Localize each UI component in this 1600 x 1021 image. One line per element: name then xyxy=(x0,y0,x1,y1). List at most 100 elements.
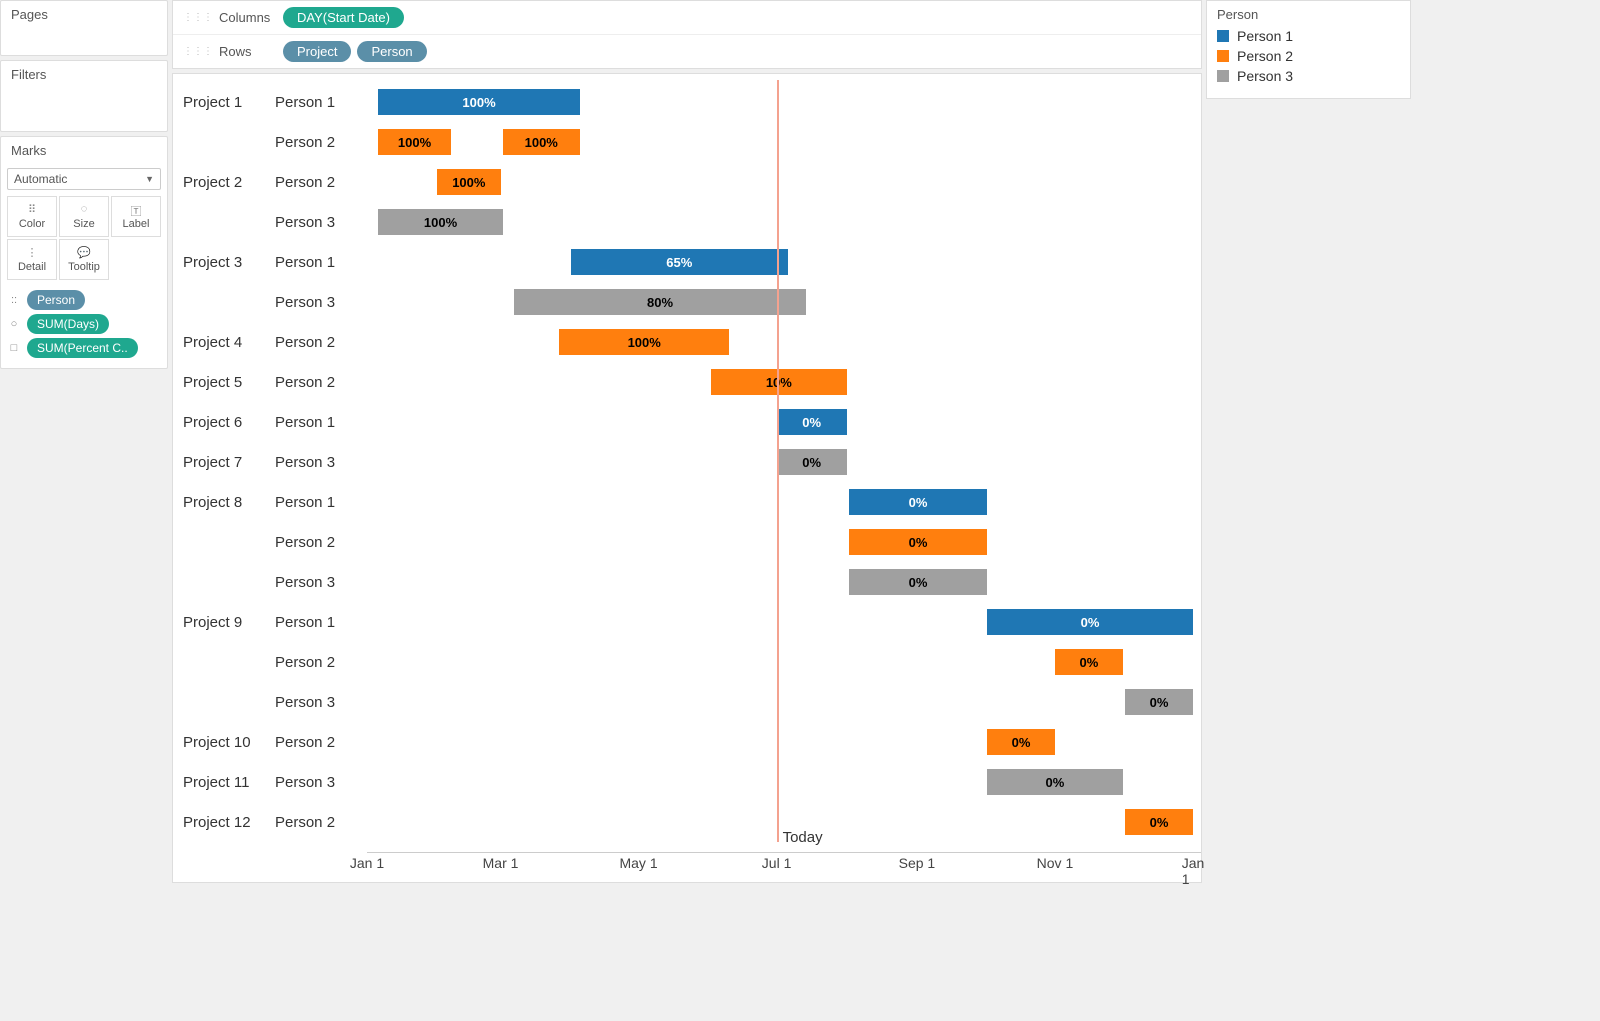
marks-panel-title: Marks xyxy=(1,137,167,164)
gantt-viz[interactable]: Project 1Person 1100%Person 2100%100%Pro… xyxy=(172,73,1202,883)
gantt-track: 0% xyxy=(367,602,1191,642)
detail-icon: ⋮ xyxy=(10,246,54,258)
gantt-bar[interactable]: 0% xyxy=(987,729,1055,755)
person-label: Person 2 xyxy=(275,334,367,351)
person-label: Person 3 xyxy=(275,574,367,591)
gantt-track: 100% xyxy=(367,162,1191,202)
legend-label: Person 3 xyxy=(1237,68,1293,84)
shelf-pill[interactable]: DAY(Start Date) xyxy=(283,7,404,28)
pill-icon: □ xyxy=(7,342,21,354)
project-label: Project 3 xyxy=(183,254,275,271)
gantt-track: 100% xyxy=(367,322,1191,362)
color-legend[interactable]: Person Person 1Person 2Person 3 xyxy=(1206,0,1411,99)
gantt-row: Project 10Person 20% xyxy=(183,722,1191,762)
gantt-row: Person 30% xyxy=(183,682,1191,722)
legend-item[interactable]: Person 3 xyxy=(1217,66,1400,86)
marks-tooltip-button[interactable]: 💬Tooltip xyxy=(59,239,109,280)
axis-tick: Sep 1 xyxy=(899,855,936,871)
gantt-row: Project 2Person 2100% xyxy=(183,162,1191,202)
gantt-bar[interactable]: 0% xyxy=(849,569,987,595)
gantt-bar[interactable]: 0% xyxy=(1055,649,1123,675)
size-icon: ◌ xyxy=(62,203,106,215)
marks-label-button[interactable]: 🅃Label xyxy=(111,196,161,237)
gantt-track: 100% 100% xyxy=(367,122,1191,162)
gantt-track: 0% xyxy=(367,482,1191,522)
rows-shelf[interactable]: ⋮⋮⋮Rows ProjectPerson xyxy=(173,35,1201,68)
project-label: Project 7 xyxy=(183,454,275,471)
project-label: Project 12 xyxy=(183,814,275,831)
gantt-bar[interactable]: 0% xyxy=(1125,809,1193,835)
gantt-row: Project 11Person 30% xyxy=(183,762,1191,802)
marks-pill[interactable]: □ SUM(Percent C.. xyxy=(7,338,161,358)
gantt-row: Person 2 100% 100% xyxy=(183,122,1191,162)
legend-swatch xyxy=(1217,70,1229,82)
grip-icon: ⋮⋮⋮ xyxy=(183,12,213,23)
columns-shelf[interactable]: ⋮⋮⋮Columns DAY(Start Date) xyxy=(173,1,1201,35)
marks-pill[interactable]: ::Person xyxy=(7,290,161,310)
pill-icon: :: xyxy=(7,294,21,306)
gantt-bar[interactable]: 100% xyxy=(503,129,580,155)
gantt-bar[interactable]: 0% xyxy=(987,609,1193,635)
marks-detail-button[interactable]: ⋮Detail xyxy=(7,239,57,280)
shelf-pill[interactable]: Person xyxy=(357,41,426,62)
legend-swatch xyxy=(1217,50,1229,62)
color-icon: ⠿ xyxy=(10,203,54,215)
legend-item[interactable]: Person 2 xyxy=(1217,46,1400,66)
gantt-bar[interactable]: 100% xyxy=(378,129,450,155)
gantt-row: Person 3100% xyxy=(183,202,1191,242)
gantt-bar[interactable]: 0% xyxy=(777,449,847,475)
person-label: Person 2 xyxy=(275,734,367,751)
legend-label: Person 2 xyxy=(1237,48,1293,64)
gantt-bar[interactable]: 0% xyxy=(987,769,1123,795)
gantt-row: Project 6Person 10% xyxy=(183,402,1191,442)
gantt-bar[interactable]: 0% xyxy=(849,489,987,515)
gantt-track: 0% xyxy=(367,442,1191,482)
gantt-track: 100% xyxy=(367,82,1191,122)
marks-type-select[interactable]: Automatic ▼ xyxy=(7,168,161,190)
gantt-row: Person 3 0% xyxy=(183,562,1191,602)
person-label: Person 3 xyxy=(275,294,367,311)
gantt-bar[interactable]: 80% xyxy=(514,289,806,315)
project-label: Project 5 xyxy=(183,374,275,391)
gantt-bar[interactable]: 0% xyxy=(777,409,847,435)
gantt-bar[interactable]: 100% xyxy=(378,209,502,235)
person-label: Person 2 xyxy=(275,654,367,671)
gantt-bar[interactable]: 0% xyxy=(849,529,987,555)
gantt-track: 80% xyxy=(367,282,1191,322)
shelves: ⋮⋮⋮Columns DAY(Start Date) ⋮⋮⋮Rows Proje… xyxy=(172,0,1202,69)
pill-label: SUM(Percent C.. xyxy=(27,338,138,358)
today-reference-line xyxy=(777,80,779,842)
person-label: Person 1 xyxy=(275,254,367,271)
gantt-bar[interactable]: 100% xyxy=(378,89,579,115)
marks-type-label: Automatic xyxy=(14,172,67,186)
person-label: Person 2 xyxy=(275,134,367,151)
gantt-bar[interactable]: 0% xyxy=(1125,689,1193,715)
person-label: Person 1 xyxy=(275,614,367,631)
gantt-track: 0% xyxy=(367,722,1191,762)
person-label: Person 2 xyxy=(275,174,367,191)
project-label: Project 4 xyxy=(183,334,275,351)
gantt-row: Project 9Person 10% xyxy=(183,602,1191,642)
gantt-bar[interactable]: 65% xyxy=(571,249,788,275)
gantt-track: 0% xyxy=(367,642,1191,682)
person-label: Person 1 xyxy=(275,494,367,511)
legend-swatch xyxy=(1217,30,1229,42)
pages-panel-title: Pages xyxy=(1,1,167,28)
gantt-bar[interactable]: 100% xyxy=(437,169,500,195)
marks-size-button[interactable]: ◌Size xyxy=(59,196,109,237)
gantt-track: 100% xyxy=(367,202,1191,242)
person-label: Person 1 xyxy=(275,94,367,111)
tooltip-icon: 💬 xyxy=(62,246,106,258)
legend-item[interactable]: Person 1 xyxy=(1217,26,1400,46)
grip-icon: ⋮⋮⋮ xyxy=(183,46,213,57)
gantt-bar[interactable]: 100% xyxy=(559,329,729,355)
gantt-row: Project 1Person 1100% xyxy=(183,82,1191,122)
gantt-row: Person 3 80% xyxy=(183,282,1191,322)
gantt-bar[interactable]: 10% xyxy=(711,369,847,395)
shelf-pill[interactable]: Project xyxy=(283,41,351,62)
gantt-track: 0% xyxy=(367,762,1191,802)
person-label: Person 2 xyxy=(275,374,367,391)
marks-pill[interactable]: ○SUM(Days) xyxy=(7,314,161,334)
person-label: Person 2 xyxy=(275,814,367,831)
marks-color-button[interactable]: ⠿Color xyxy=(7,196,57,237)
